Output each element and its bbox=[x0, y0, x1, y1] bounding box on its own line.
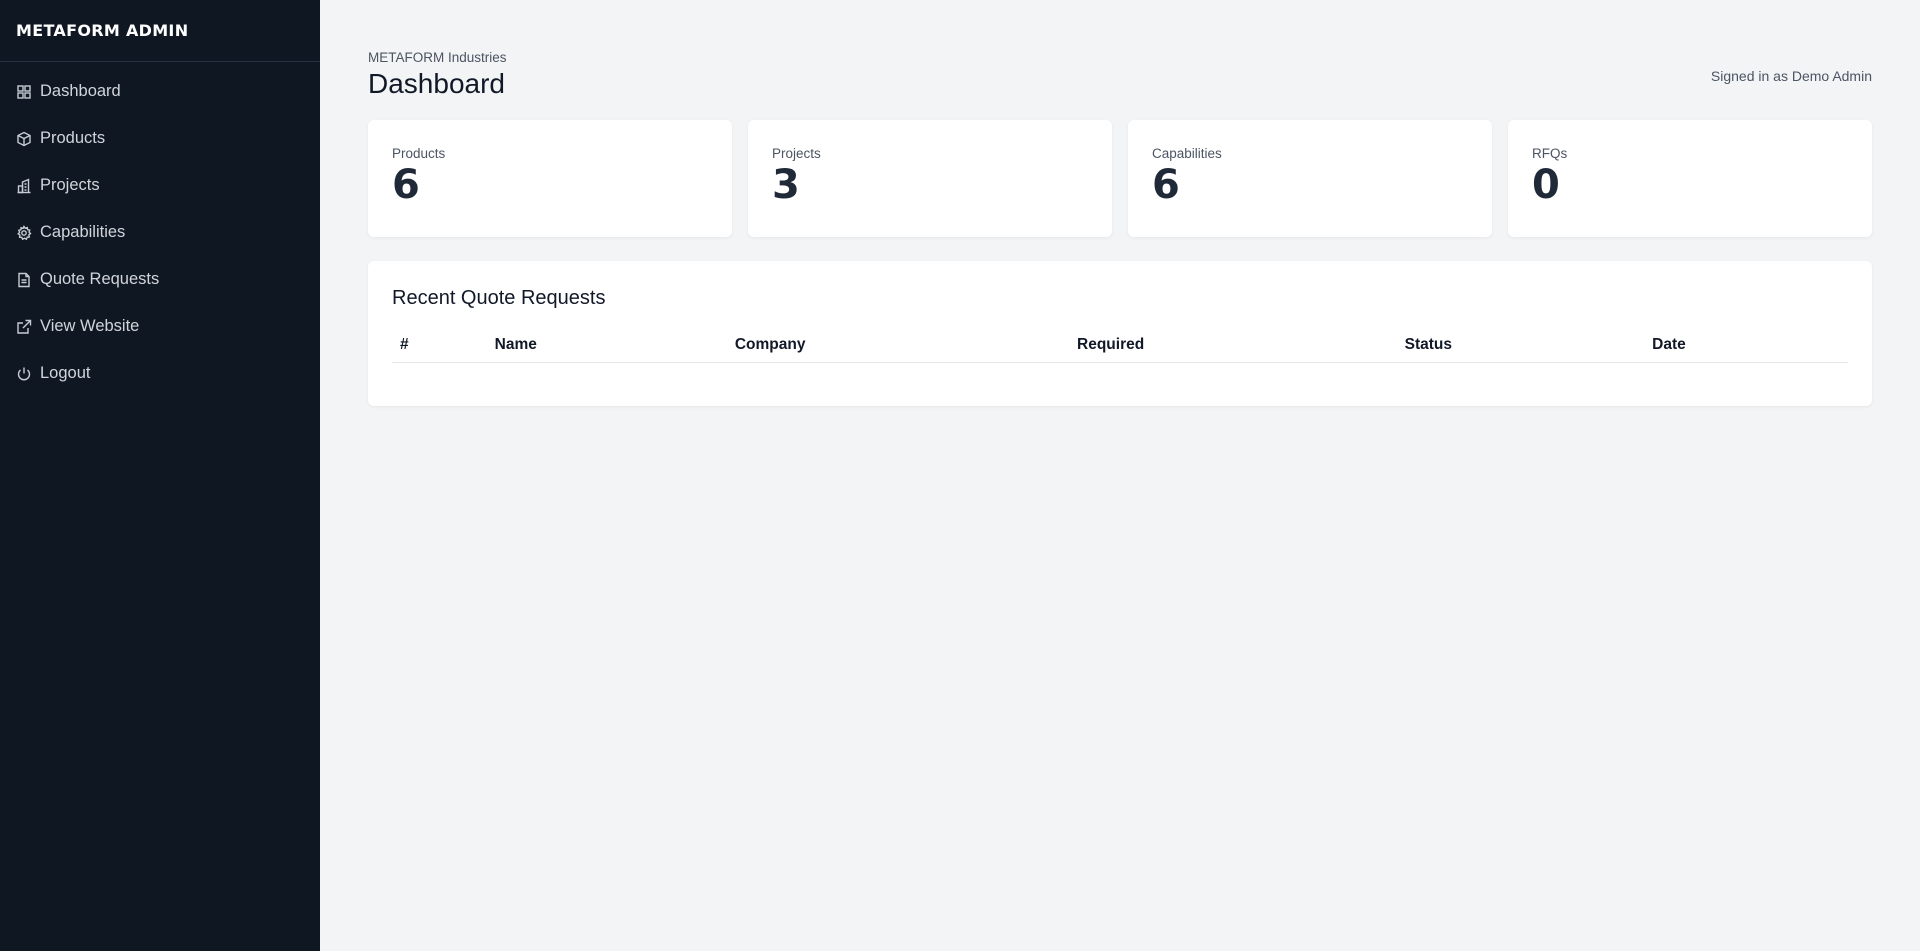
sidebar-item-label: Quote Requests bbox=[40, 270, 160, 288]
sidebar-item-label: Dashboard bbox=[40, 82, 121, 100]
sidebar-item-label: View Website bbox=[40, 317, 140, 335]
building-icon bbox=[16, 177, 32, 194]
company-name: METAFORM Industries bbox=[368, 50, 507, 65]
stat-card-products: Products 6 bbox=[368, 120, 732, 237]
signed-in-text: Signed in as Demo Admin bbox=[1710, 68, 1872, 84]
stat-label: Capabilities bbox=[1152, 146, 1222, 161]
stat-value: 3 bbox=[772, 162, 800, 208]
gear-icon bbox=[16, 224, 32, 241]
stat-card-rfqs: RFQs 0 bbox=[1508, 120, 1872, 237]
stat-label: Projects bbox=[772, 146, 821, 161]
column-header-company[interactable]: Company bbox=[726, 330, 1070, 363]
stat-value: 6 bbox=[1152, 162, 1180, 208]
box-icon bbox=[16, 131, 32, 147]
power-icon bbox=[16, 366, 32, 382]
sidebar-item-projects[interactable]: Projects bbox=[0, 162, 320, 209]
column-header-number[interactable]: # bbox=[392, 330, 487, 363]
sidebar-item-label: Products bbox=[40, 129, 106, 147]
recent-quote-requests-panel: Recent Quote Requests # Name Company Req… bbox=[368, 261, 1872, 406]
main-content: METAFORM Industries Dashboard Signed in … bbox=[320, 0, 1920, 951]
title-block: METAFORM Industries Dashboard bbox=[368, 50, 507, 100]
column-header-name[interactable]: Name bbox=[486, 330, 727, 363]
table-header-row: # Name Company Required Status Date bbox=[392, 330, 1848, 363]
external-link-icon bbox=[16, 319, 32, 335]
grid-icon bbox=[16, 84, 32, 100]
sidebar-item-dashboard[interactable]: Dashboard bbox=[0, 68, 320, 115]
sidebar: METAFORM ADMIN Dashboard Products Projec… bbox=[0, 0, 320, 951]
column-header-required[interactable]: Required bbox=[1069, 330, 1397, 363]
sidebar-item-logout[interactable]: Logout bbox=[0, 350, 320, 397]
sidebar-item-products[interactable]: Products bbox=[0, 115, 320, 162]
sidebar-item-label: Projects bbox=[40, 176, 100, 194]
document-icon bbox=[16, 272, 32, 288]
column-header-date[interactable]: Date bbox=[1644, 330, 1848, 363]
stat-card-capabilities: Capabilities 6 bbox=[1128, 120, 1492, 237]
page-header: METAFORM Industries Dashboard Signed in … bbox=[368, 50, 1872, 106]
sidebar-item-capabilities[interactable]: Capabilities bbox=[0, 209, 320, 256]
sidebar-item-label: Capabilities bbox=[40, 223, 126, 241]
sidebar-item-view-website[interactable]: View Website bbox=[0, 303, 320, 350]
stat-card-projects: Projects 3 bbox=[748, 120, 1112, 237]
sidebar-item-quote-requests[interactable]: Quote Requests bbox=[0, 256, 320, 303]
sidebar-item-label: Logout bbox=[40, 364, 91, 382]
brand-logo[interactable]: METAFORM ADMIN bbox=[0, 0, 320, 62]
page-title: Dashboard bbox=[368, 68, 505, 99]
column-header-status[interactable]: Status bbox=[1396, 330, 1645, 363]
stat-value: 6 bbox=[392, 162, 420, 208]
stats-row: Products 6 Projects 3 Capabilities 6 RFQ… bbox=[368, 120, 1872, 237]
stat-value: 0 bbox=[1532, 162, 1560, 208]
panel-title: Recent Quote Requests bbox=[392, 287, 606, 309]
sidebar-nav: Dashboard Products Projects Capabilities… bbox=[0, 62, 320, 397]
stat-label: Products bbox=[392, 146, 446, 161]
stat-label: RFQs bbox=[1532, 146, 1568, 161]
quote-requests-table: # Name Company Required Status Date bbox=[392, 330, 1848, 363]
